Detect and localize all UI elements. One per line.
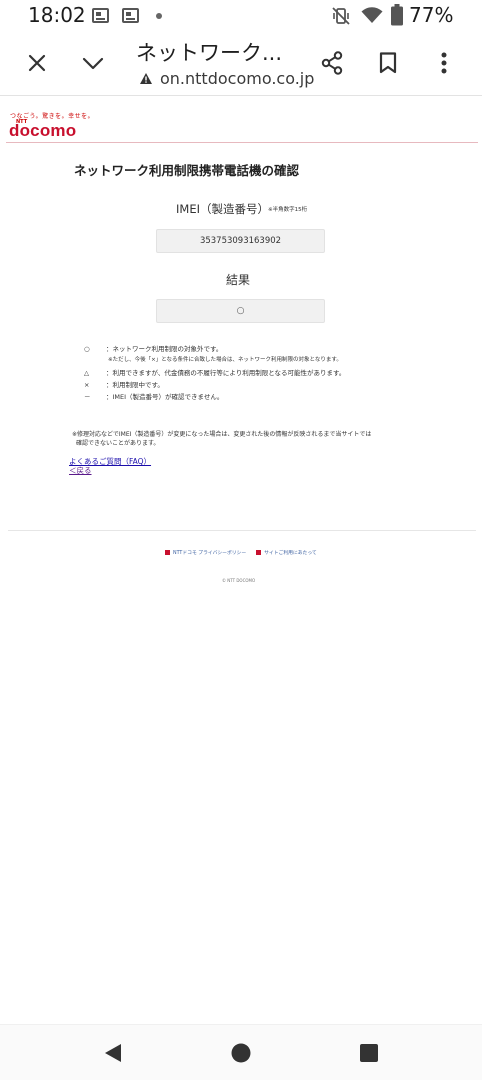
notice-line: ※修理対応などでIMEI（製造番号）が変更になった場合は、変更された後の情報が反… <box>72 431 372 438</box>
imei-value-field: 353753093163902 <box>156 229 325 253</box>
legend-symbol: × <box>84 381 90 389</box>
home-nav-icon[interactable] <box>231 1043 251 1063</box>
legend-text: ※ただし、今後「×」となる条件に合致した場合は、ネットワーク利用制限の対象となり… <box>108 357 342 363</box>
close-icon <box>28 54 46 72</box>
browser-toolbar: ネットワーク... on.nttdocomo.co.jp <box>0 32 482 96</box>
result-value-field: ○ <box>156 299 325 323</box>
link-bullet-icon <box>165 550 170 555</box>
system-navigation-bar <box>0 1024 482 1080</box>
news-notification-icon <box>122 8 139 23</box>
footer-divider <box>8 530 476 531</box>
share-button[interactable] <box>312 43 352 83</box>
more-notifications-dot-icon <box>156 13 162 19</box>
legend-text: ：利用できますが、代金債務の不履行等により利用制限となる可能性があります。 <box>106 369 346 377</box>
footer-links: NTTドコモ プライバシーポリシー サイトご利用にあたって <box>165 549 317 556</box>
legend-symbol: △ <box>84 369 89 377</box>
legend-symbol: ○ <box>84 345 90 353</box>
imei-change-notice: ※修理対応などでIMEI（製造番号）が変更になった場合は、変更された後の情報が反… <box>72 430 371 448</box>
share-icon <box>321 51 343 75</box>
legend-row: ○ ：ネットワーク利用制限の対象外です。 <box>84 343 222 353</box>
header-divider <box>6 142 478 143</box>
not-secure-warning-icon[interactable] <box>140 73 152 84</box>
vibrate-off-icon <box>332 7 350 25</box>
recents-nav-icon[interactable] <box>360 1044 378 1062</box>
status-time: 18:02 <box>28 3 86 27</box>
copyright: © NTT DOCOMO <box>222 578 256 583</box>
page-title: ネットワーク... <box>136 41 283 65</box>
legend-row: ※ただし、今後「×」となる条件に合致した場合は、ネットワーク利用制限の対象となり… <box>108 355 342 363</box>
page-heading: ネットワーク利用制限携帯電話機の確認 <box>74 163 300 178</box>
more-options-button[interactable] <box>424 43 464 83</box>
imei-label: IMEI（製造番号） <box>176 202 269 216</box>
url-text[interactable]: on.nttdocomo.co.jp <box>160 69 314 88</box>
imei-note: ※半角数字15桁 <box>268 207 308 213</box>
close-tab-button[interactable] <box>17 43 57 83</box>
more-vertical-icon <box>441 52 447 74</box>
link-bullet-icon <box>256 550 262 555</box>
chevron-down-icon <box>82 57 104 70</box>
collapse-button[interactable] <box>73 43 113 83</box>
docomo-logo[interactable]: docomo <box>9 121 76 141</box>
legend-text: ：IMEI（製造番号）が確認できません。 <box>106 393 224 401</box>
legend-text: ：ネットワーク利用制限の対象外です。 <box>106 345 223 353</box>
battery-icon <box>391 4 403 26</box>
battery-percent: 77% <box>409 3 454 27</box>
status-bar: 18:02 77% <box>0 0 482 32</box>
notice-line: 確認できないことがあります。 <box>76 440 160 447</box>
bookmark-button[interactable] <box>368 43 408 83</box>
bookmark-icon <box>379 52 397 74</box>
legend-row: △ ：利用できますが、代金債務の不履行等により利用制限となる可能性があります。 <box>84 367 345 377</box>
web-page: つなごう。驚きを。幸せを。 NTT docomo ネットワーク利用制限携帯電話機… <box>0 97 482 1023</box>
legend-row: × ：利用制限中です。 <box>84 379 164 389</box>
legend-symbol: － <box>84 393 91 401</box>
legend-row: － ：IMEI（製造番号）が確認できません。 <box>84 391 223 401</box>
legend-text: ：利用制限中です。 <box>106 381 164 389</box>
back-nav-icon[interactable] <box>103 1043 123 1063</box>
back-link[interactable]: ＜戻る <box>69 465 92 476</box>
site-terms-link[interactable]: サイトご利用にあたって <box>264 549 317 556</box>
result-label: 結果 <box>226 273 251 287</box>
privacy-policy-link[interactable]: NTTドコモ プライバシーポリシー <box>173 549 246 556</box>
wifi-icon <box>361 7 383 23</box>
news-notification-icon <box>92 8 109 23</box>
